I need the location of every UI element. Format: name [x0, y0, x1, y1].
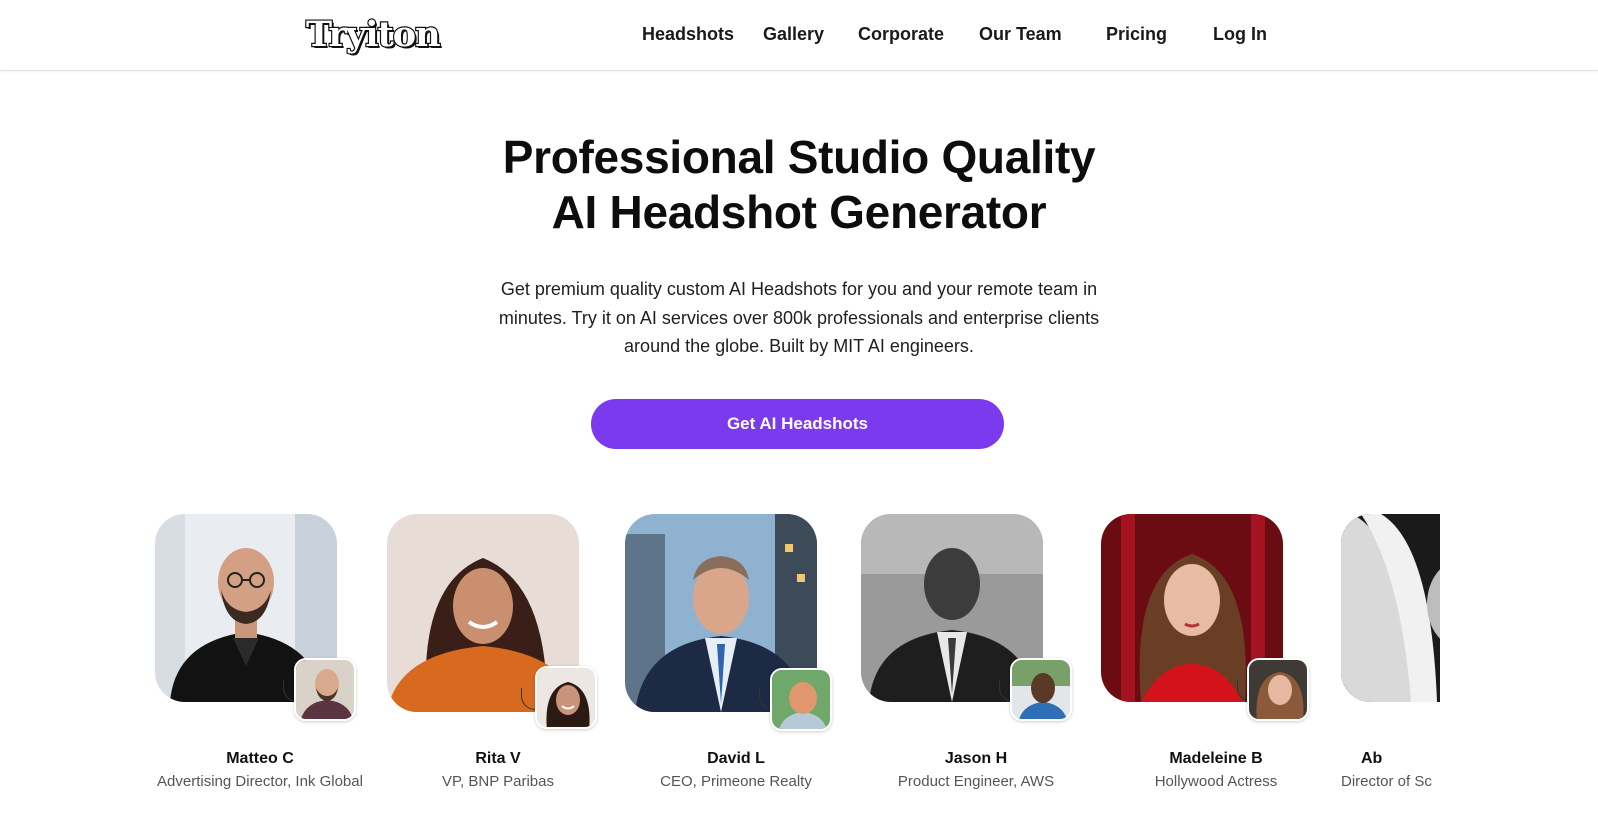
- testimonial-name: Ab: [1361, 750, 1383, 767]
- nav-link-login[interactable]: Log In: [1213, 22, 1267, 46]
- testimonial-name: Rita V: [475, 750, 521, 767]
- nav-link-gallery[interactable]: Gallery: [763, 22, 824, 46]
- testimonial-card: David L CEO, Primeone Realty: [621, 510, 851, 800]
- testimonial-role: VP, BNP Paribas: [441, 773, 554, 790]
- ai-headshot-photo: [1341, 514, 1440, 702]
- testimonial-card: Matteo C Advertising Director, Ink Globa…: [145, 510, 375, 800]
- testimonial-card: Ab Director of Sc: [1341, 510, 1440, 800]
- testimonial-card: Madeleine B Hollywood Actress: [1101, 510, 1331, 800]
- testimonial-card: Jason H Product Engineer, AWS: [861, 510, 1091, 800]
- nav-link-corporate[interactable]: Corporate: [858, 22, 944, 46]
- testimonial-name: Madeleine B: [1169, 750, 1263, 767]
- original-selfie-thumbnail: [1247, 658, 1309, 721]
- get-ai-headshots-button[interactable]: Get AI Headshots: [591, 399, 1004, 449]
- testimonial-role: Hollywood Actress: [1154, 773, 1278, 790]
- testimonial-role: CEO, Primeone Realty: [660, 773, 812, 790]
- nav-link-pricing[interactable]: Pricing: [1106, 22, 1167, 46]
- testimonial-name: Jason H: [944, 750, 1008, 767]
- original-selfie-thumbnail: [770, 668, 832, 731]
- testimonial-role: Director of Sc: [1341, 773, 1432, 790]
- original-selfie-thumbnail: [1010, 658, 1072, 721]
- original-selfie-thumbnail: [535, 666, 597, 729]
- original-selfie-thumbnail: [294, 658, 356, 721]
- hero-subtitle-line1: Get premium quality custom AI Headshots …: [500, 279, 1098, 299]
- testimonial-role: Product Engineer, AWS: [897, 773, 1055, 790]
- nav-link-our-team[interactable]: Our Team: [979, 22, 1062, 46]
- hero-title-line1: Professional Studio Quality: [502, 131, 1096, 183]
- testimonial-name: David L: [707, 750, 765, 767]
- hero-subtitle-line2: minutes. Try it on AI services over 800k…: [498, 308, 1100, 328]
- top-navbar: Tryiton Headshots Gallery Corporate Our …: [0, 0, 1598, 71]
- hero-title-line2: AI Headshot Generator: [551, 186, 1047, 238]
- nav-link-headshots[interactable]: Headshots: [642, 22, 734, 46]
- testimonial-strip: Matteo C Advertising Director, Ink Globa…: [140, 510, 1440, 810]
- testimonial-role: Advertising Director, Ink Global: [157, 773, 363, 790]
- testimonial-card: Rita V VP, BNP Paribas: [383, 510, 613, 800]
- tryiton-logo[interactable]: Tryiton: [305, 14, 442, 54]
- testimonial-name: Matteo C: [226, 750, 294, 767]
- hero-subtitle-line3: around the globe. Built by MIT AI engine…: [624, 336, 974, 356]
